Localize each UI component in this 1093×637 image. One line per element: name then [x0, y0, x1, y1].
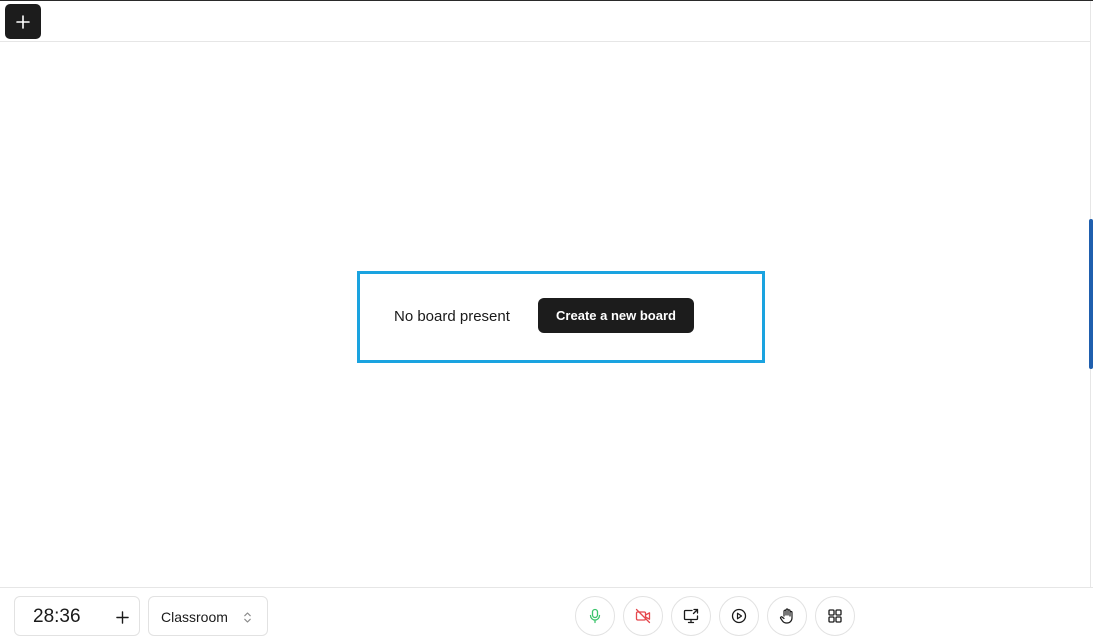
chevrons-up-down-icon [241, 609, 253, 625]
empty-board-state: No board present Create a new board [357, 271, 765, 363]
app-window: No board present Create a new board 28:3… [0, 0, 1093, 637]
add-board-button[interactable] [5, 4, 41, 39]
microphone-icon [589, 608, 601, 624]
play-button[interactable] [719, 596, 759, 636]
grid-icon [828, 609, 842, 623]
timer: 28:36 [14, 596, 140, 636]
room-select[interactable]: Classroom [148, 596, 268, 636]
plus-icon [115, 610, 129, 624]
video-off-icon [635, 608, 651, 624]
side-scroll-indicator[interactable] [1089, 219, 1093, 369]
plus-icon [16, 14, 30, 29]
mic-button[interactable] [575, 596, 615, 636]
timer-add-button[interactable] [112, 607, 132, 627]
apps-button[interactable] [815, 596, 855, 636]
create-board-button[interactable]: Create a new board [538, 298, 694, 333]
screen-share-button[interactable] [671, 596, 711, 636]
bottom-toolbar: 28:36 Classroom [0, 587, 1093, 637]
screen-share-icon [683, 608, 699, 624]
timer-value: 28:36 [33, 606, 81, 627]
room-select-value: Classroom [161, 609, 228, 625]
raise-hand-button[interactable] [767, 596, 807, 636]
top-bar [0, 1, 1090, 42]
empty-board-text: No board present [394, 308, 510, 325]
play-circle-icon [731, 608, 747, 624]
camera-button[interactable] [623, 596, 663, 636]
hand-icon [779, 608, 793, 624]
